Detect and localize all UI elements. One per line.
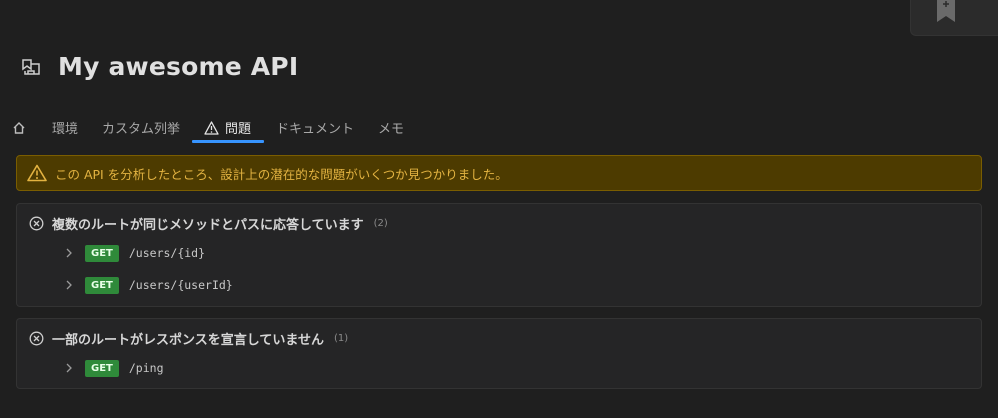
tab-notes[interactable]: メモ xyxy=(378,112,404,143)
tab-bar: 環境 カスタム列挙 問題 ドキュメント メモ xyxy=(0,112,998,144)
chevron-right-icon[interactable] xyxy=(61,277,77,293)
route-row[interactable]: GET /users/{id} xyxy=(61,243,205,263)
method-badge: GET xyxy=(85,244,119,262)
warning-banner: この API を分析したところ、設計上の潜在的な問題がいくつか見つかりました。 xyxy=(16,155,982,191)
tab-label: 問題 xyxy=(225,122,252,137)
tab-label: メモ xyxy=(378,122,405,137)
issue-group-header[interactable]: 複数のルートが同じメソッドとパスに応答しています (2) xyxy=(29,214,388,233)
issue-count: (2) xyxy=(373,218,388,229)
route-path: /users/{userId} xyxy=(128,278,233,292)
tab-home[interactable] xyxy=(12,112,26,143)
top-right-panel xyxy=(910,0,998,36)
method-badge: GET xyxy=(85,276,119,294)
warning-text: この API を分析したところ、設計上の潜在的な問題がいくつか見つかりました。 xyxy=(55,166,508,182)
tab-label: 環境 xyxy=(52,122,79,137)
issue-count: (1) xyxy=(333,333,349,344)
chevron-right-icon[interactable] xyxy=(61,360,77,376)
tab-environments[interactable]: 環境 xyxy=(52,112,78,143)
page-title: My awesome API xyxy=(58,52,299,81)
route-path: /ping xyxy=(128,361,164,375)
tab-label: カスタム列挙 xyxy=(102,122,181,137)
issue-title: 一部のルートがレスポンスを宣言していません xyxy=(52,333,324,348)
tab-documentation[interactable]: ドキュメント xyxy=(276,112,354,143)
method-badge: GET xyxy=(85,359,119,377)
issue-group-header[interactable]: 一部のルートがレスポンスを宣言していません (1) xyxy=(29,329,348,348)
api-header: My awesome API xyxy=(20,52,298,81)
error-circle-icon xyxy=(29,216,44,231)
warning-icon xyxy=(27,164,47,182)
chevron-right-icon[interactable] xyxy=(61,245,77,261)
tab-issues[interactable]: 問題 xyxy=(204,112,251,143)
issue-group: 複数のルートが同じメソッドとパスに応答しています (2) GET /users/… xyxy=(16,203,982,307)
add-bookmark-icon[interactable] xyxy=(935,0,957,24)
route-row[interactable]: GET /users/{userId} xyxy=(61,275,233,295)
home-icon xyxy=(13,121,25,134)
api-bookmark-icon xyxy=(22,58,40,75)
tab-custom-enums[interactable]: カスタム列挙 xyxy=(102,112,180,143)
route-row[interactable]: GET /ping xyxy=(61,358,164,378)
warning-icon xyxy=(204,120,219,135)
active-tab-indicator xyxy=(192,140,264,143)
issue-group: 一部のルートがレスポンスを宣言していません (1) GET /ping xyxy=(16,318,982,389)
tab-label: ドキュメント xyxy=(276,122,355,137)
error-circle-icon xyxy=(29,331,44,346)
issue-title: 複数のルートが同じメソッドとパスに応答しています xyxy=(52,218,364,233)
route-path: /users/{id} xyxy=(128,246,206,260)
